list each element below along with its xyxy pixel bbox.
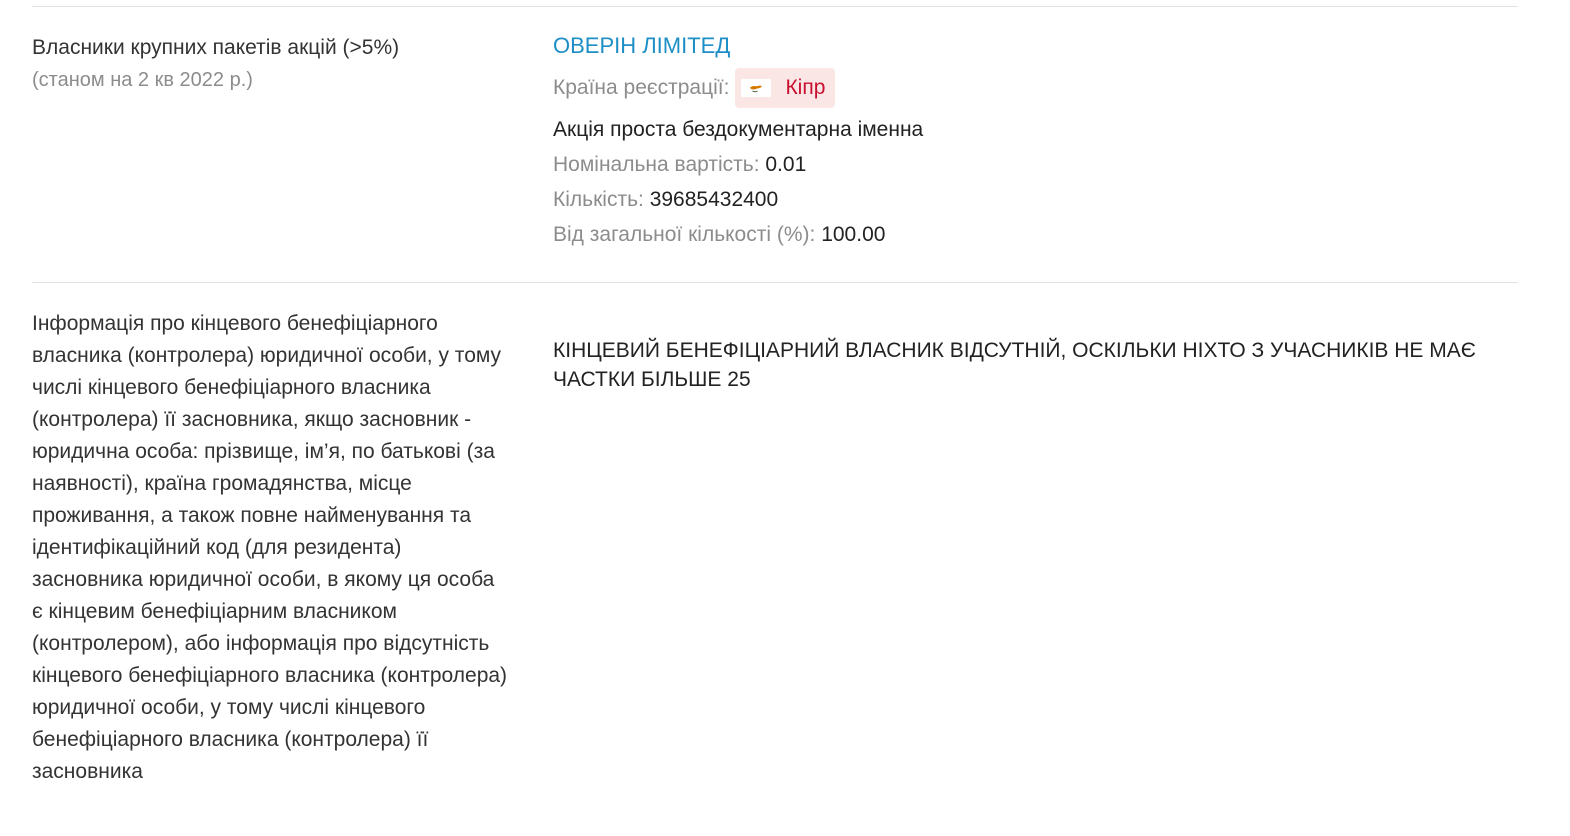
divider-middle [32,282,1518,283]
country-badge[interactable]: Кіпр [735,68,836,108]
percentage-value: 100.00 [821,223,886,246]
cyprus-flag-icon [741,79,772,97]
major-shareholders-label-block: Власники крупних пакетів акцій (>5%) (ст… [32,32,512,96]
share-type: Акція проста бездокументарна іменна [553,118,924,141]
percentage-line: Від загальної кількості (%): 100.00 [553,220,885,250]
shareholder-name-link[interactable]: ОВЕРІН ЛІМІТЕД [553,31,730,61]
beneficial-owner-value: КІНЦЕВИЙ БЕНЕФІЦІАРНИЙ ВЛАСНИК ВІДСУТНІЙ… [553,339,1476,391]
major-shareholders-label: Власники крупних пакетів акцій (>5%) [32,36,400,59]
quantity-line: Кількість: 39685432400 [553,185,778,215]
nominal-value: 0.01 [765,153,807,176]
nominal-value-line: Номінальна вартість: 0.01 [553,150,806,180]
country-name: Кіпр [785,76,826,99]
registration-country-line: Країна реєстрації: Кіпр [553,68,836,108]
divider-top [32,6,1518,7]
quantity-value: 39685432400 [649,188,779,211]
as-of-date-label: (станом на 2 кв 2022 р.) [32,69,253,91]
registration-country-label: Країна реєстрації: [553,76,730,99]
beneficial-owner-label: Інформація про кінцевого бенефіціарного … [32,312,508,783]
quantity-label: Кількість: [553,188,644,211]
nominal-value-label: Номінальна вартість: [553,153,760,176]
percentage-label: Від загальної кількості (%): [553,223,816,246]
